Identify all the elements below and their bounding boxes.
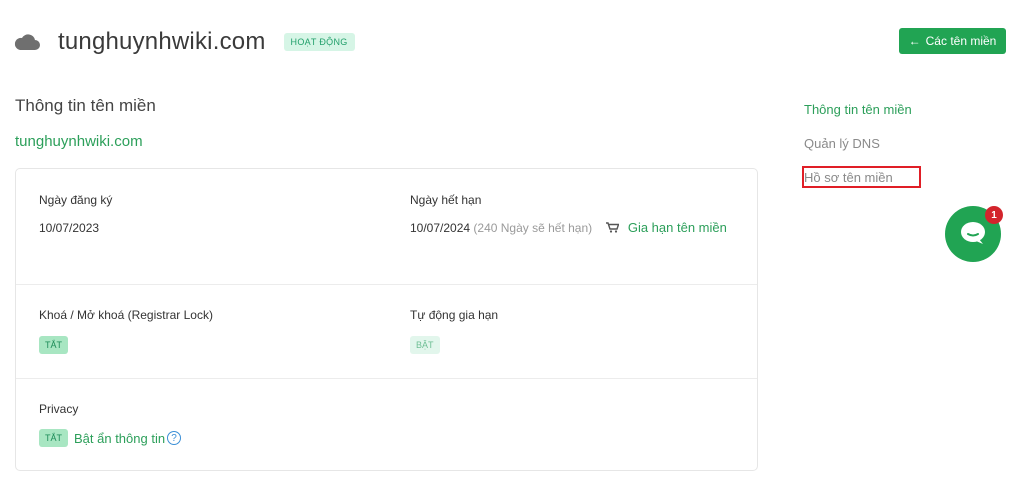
domain-link[interactable]: tunghuynhwiki.com xyxy=(15,133,143,150)
page-title: tunghuynhwiki.com xyxy=(58,28,266,55)
side-nav-domain-info[interactable]: Thông tin tên miền xyxy=(804,102,912,119)
dates-row: Ngày đăng ký 10/07/2023 Ngày hết hạn 10/… xyxy=(16,169,757,285)
privacy-label: Privacy xyxy=(39,402,79,416)
domains-list-button-label: Các tên miền xyxy=(925,34,997,48)
help-icon[interactable]: ? xyxy=(167,431,182,445)
auto-renew-toggle[interactable]: BẬT xyxy=(410,336,440,354)
chat-notification-badge: 1 xyxy=(985,206,1003,224)
expiry-date-label: Ngày hết hạn xyxy=(410,193,482,207)
cart-icon[interactable] xyxy=(605,222,619,233)
status-badge: HOẠT ĐỘNG xyxy=(283,33,355,51)
privacy-toggle[interactable]: TẮT xyxy=(39,429,68,447)
renew-domain-link[interactable]: Gia hạn tên miền xyxy=(628,220,727,235)
registrar-lock-label: Khoá / Mở khoá (Registrar Lock) xyxy=(39,308,213,322)
registered-date-label: Ngày đăng ký xyxy=(39,193,113,207)
privacy-row: Privacy TẮT Bật ẩn thông tin ? xyxy=(16,379,757,472)
section-title: Thông tin tên miền xyxy=(15,96,156,115)
registrar-lock-cell: Khoá / Mở khoá (Registrar Lock) TẮT xyxy=(39,308,213,354)
expiry-date-value: 10/07/2024 xyxy=(410,221,471,235)
registered-date-value: 10/07/2023 xyxy=(39,221,100,235)
registrar-lock-toggle[interactable]: TẮT xyxy=(39,336,68,354)
expiry-date-cell: Ngày hết hạn 10/07/2024 (240 Ngày sẽ hết… xyxy=(410,193,730,239)
lock-row: Khoá / Mở khoá (Registrar Lock) TẮT Tự đ… xyxy=(16,285,757,379)
auto-renew-cell: Tự động gia hạn BẬT xyxy=(410,308,498,354)
arrow-left-icon: ← xyxy=(908,34,921,48)
cloud-icon xyxy=(14,34,40,50)
domain-details-card: Ngày đăng ký 10/07/2023 Ngày hết hạn 10/… xyxy=(15,168,758,471)
privacy-cell: Privacy TẮT Bật ẩn thông tin ? xyxy=(39,402,182,447)
domains-list-button[interactable]: ← Các tên miền xyxy=(899,28,1006,54)
auto-renew-label: Tự động gia hạn xyxy=(410,308,499,322)
registered-date-cell: Ngày đăng ký 10/07/2023 xyxy=(39,193,112,235)
domain-header: tunghuynhwiki.com HOẠT ĐỘNG xyxy=(14,28,355,56)
expiry-remaining: (240 Ngày sẽ hết hạn) xyxy=(473,221,593,235)
highlight-box xyxy=(802,166,921,188)
enable-privacy-link[interactable]: Bật ẩn thông tin xyxy=(74,431,165,446)
chat-bubble-icon xyxy=(961,222,985,244)
side-nav-dns-management[interactable]: Quản lý DNS xyxy=(804,136,912,153)
expiry-date-line: 10/07/2024 (240 Ngày sẽ hết hạn) Gia hạn… xyxy=(410,217,730,239)
side-nav: Thông tin tên miền Quản lý DNS Hồ sơ tên… xyxy=(802,102,921,204)
